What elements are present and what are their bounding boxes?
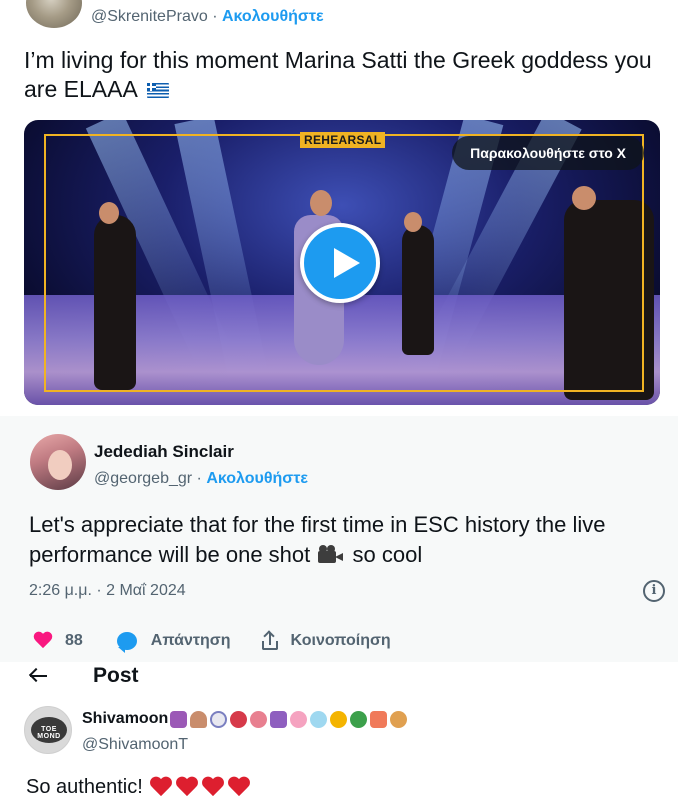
avatar[interactable] <box>26 0 82 28</box>
om-icon <box>170 710 188 728</box>
info-icon[interactable]: i <box>643 580 665 602</box>
tweet-text-end: so cool <box>352 542 423 567</box>
action-bar: 88 Απάντηση Κοινοποίηση <box>33 630 391 653</box>
tweet-text: Let's appreciate that for the first time… <box>29 510 659 570</box>
red-heart-icon <box>149 777 173 799</box>
greece-flag-icon <box>146 83 169 98</box>
tweet-text-body: I’m living for this moment Marina Satti … <box>24 47 652 102</box>
follow-button[interactable]: Ακολουθήστε <box>222 8 324 25</box>
user-handle[interactable]: @SkrenitePravo <box>91 8 208 25</box>
lotus-icon <box>290 710 308 728</box>
separator: · <box>212 8 218 25</box>
person-icon <box>190 710 208 728</box>
hand-icon <box>390 710 408 728</box>
quoted-tweet-card[interactable]: Jedediah Sinclair @georgeb_gr · Ακολουθή… <box>0 416 678 662</box>
rehearsal-badge: REHEARSAL <box>300 132 386 148</box>
reply-icon[interactable] <box>116 632 137 653</box>
atom-icon <box>270 710 288 728</box>
user-handle[interactable]: @georgeb_gr <box>94 470 192 487</box>
like-count[interactable]: 88 <box>65 632 83 650</box>
heart-icon[interactable] <box>33 632 53 650</box>
red-heart-icon <box>175 777 199 799</box>
red-heart-icon <box>201 777 225 799</box>
chakra-icon <box>210 710 228 728</box>
back-arrow-icon[interactable] <box>28 666 48 686</box>
page-title: Post <box>93 664 139 687</box>
video-player[interactable]: REHEARSAL Παρακολουθήστε στο X <box>24 120 660 405</box>
timestamp[interactable]: 2:26 μ.μ. · 2 Μαΐ 2024 <box>29 582 186 600</box>
share-button[interactable]: Κοινοποίηση <box>291 632 391 650</box>
red-heart-icon <box>227 777 251 799</box>
reply-button[interactable]: Απάντηση <box>151 632 231 650</box>
user-display-name[interactable]: Shivamoon <box>82 710 408 728</box>
avatar[interactable]: TOE MOND <box>24 706 72 754</box>
tweet-text: I’m living for this moment Marina Satti … <box>24 46 664 104</box>
play-icon[interactable] <box>300 223 380 303</box>
follow-button[interactable]: Ακολουθήστε <box>206 470 308 487</box>
tweet-card: @SkrenitePravo · Ακολουθήστε I’m living … <box>0 0 688 416</box>
avatar[interactable] <box>30 434 86 490</box>
dish-icon <box>250 710 268 728</box>
crystal-ball-icon <box>230 710 248 728</box>
tweet-text: So authentic! <box>26 776 251 799</box>
share-icon[interactable] <box>261 630 279 650</box>
tweet-text-body: So authentic! <box>26 776 143 798</box>
watch-on-x-button[interactable]: Παρακολουθήστε στο X <box>452 136 644 170</box>
tweet-header: @georgeb_gr · Ακολουθήστε <box>94 470 308 488</box>
user-display-name[interactable]: Jedediah Sinclair <box>94 442 234 462</box>
tweet-header: @SkrenitePravo · Ακολουθήστε <box>91 7 324 27</box>
bubbles-icon <box>310 710 328 728</box>
separator: · <box>196 470 202 487</box>
tweet-text-body: Let's appreciate that for the first time… <box>29 512 606 567</box>
coral-icon <box>370 710 388 728</box>
name-emoji-icons <box>170 710 408 728</box>
post-header: Post <box>0 662 688 694</box>
movie-camera-icon <box>318 545 344 565</box>
dragon-icon <box>350 710 368 728</box>
star-icon <box>330 710 348 728</box>
user-handle[interactable]: @ShivamoonT <box>82 736 188 754</box>
tweet-card: TOE MOND Shivamoon @ShivamoonT So authen… <box>0 694 688 812</box>
